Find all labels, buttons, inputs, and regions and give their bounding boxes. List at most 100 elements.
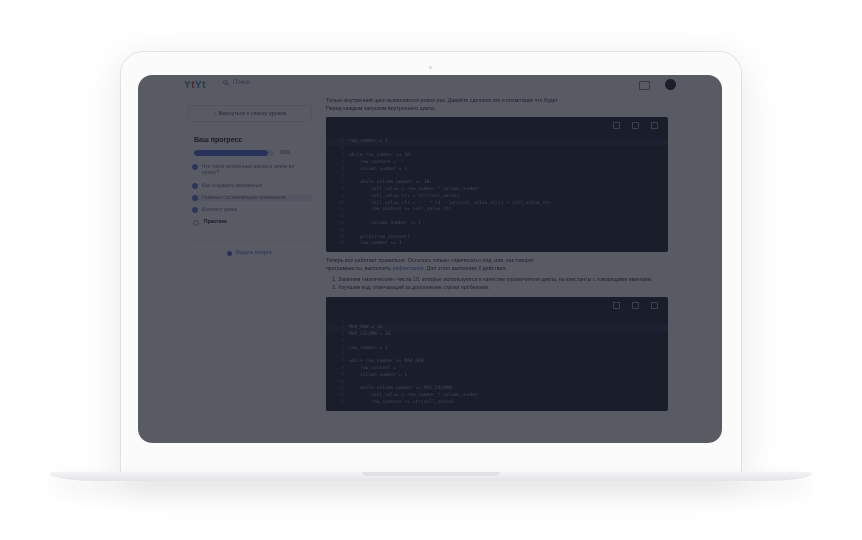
code-line: 4 <box>326 339 668 346</box>
lesson-step[interactable]: Как создавать вложенные <box>192 182 312 189</box>
line-number: 1 <box>341 318 344 324</box>
lesson-step-label: Контекст урока <box>202 207 237 213</box>
code-lines: 1 2 MAX_ROW = 10 3 MAX_COLUMN = 10 4 5 row_numb… <box>326 319 668 407</box>
line-number: 5 <box>341 166 344 172</box>
line-number: 4 <box>341 338 344 344</box>
lesson-step-label: Что такое вложенные циклы и зачем их нуж… <box>202 164 295 177</box>
code-text: row_number = 1 <box>349 139 388 145</box>
camera <box>429 66 432 69</box>
line-number: 9 <box>341 372 344 378</box>
paragraph: Теперь все работает правильно. Осталось … <box>326 258 535 273</box>
check-icon <box>192 182 198 189</box>
line-number: 7 <box>341 359 344 365</box>
code-text: row_content = '' <box>349 366 405 372</box>
code-line: 12 <box>326 214 668 221</box>
check-icon <box>192 194 198 201</box>
code-text: while row_number <= 10: <box>349 153 413 158</box>
code-text: cell_value_str = str(cell_value) <box>349 193 460 199</box>
line-number: 3 <box>341 332 344 338</box>
code-line: 4 row_content = '' <box>326 160 668 167</box>
code-line: 11 row_content += cell_value_str <box>326 207 668 214</box>
line-number: 3 <box>341 153 344 158</box>
lesson-step-label: Как создавать вложенные <box>202 182 263 189</box>
intro-text-2: Перед каждым запуском внутреннего цикла. <box>326 106 436 113</box>
run-icon[interactable] <box>613 301 620 309</box>
laptop-screen: YtYt Поиск ‹ Вернуться к списку уроков В… <box>138 75 722 443</box>
progress-title: Ваш прогресс <box>194 137 243 144</box>
refactoring-link[interactable]: рефакторинг <box>393 266 424 272</box>
line-number: 12 <box>338 214 344 220</box>
code-text: while column_number <= 10: <box>349 180 432 186</box>
code-text: row_content += str(cell_value) <box>349 400 455 406</box>
code-toolbar <box>613 301 658 309</box>
line-number: 13 <box>338 220 344 226</box>
code-text: column_number = 1 <box>349 166 408 172</box>
lesson-content: Только внутренний цикл выполняется ровно… <box>326 97 668 416</box>
code-line: 13 column_number += 1 <box>326 221 668 228</box>
lesson-step[interactable]: Контекст урока <box>192 207 312 213</box>
code-line: 1 row_number = 1 <box>326 139 668 147</box>
logo[interactable]: YtYt <box>184 80 206 91</box>
line-number: 1 <box>341 139 344 145</box>
code-line: 16 row_number += 1 <box>326 241 668 248</box>
lesson-steps: Что такое вложенные циклы и зачем их нуж… <box>192 164 312 227</box>
code-line: 2 <box>326 146 668 153</box>
chat-icon <box>227 250 233 256</box>
progress-percent: 93% <box>280 150 291 156</box>
edit-icon[interactable] <box>632 122 639 130</box>
code-text: row_number = 1 <box>349 345 388 351</box>
line-number: 2 <box>341 325 344 331</box>
mail-icon[interactable] <box>639 81 650 90</box>
intro-text: Только внутренний цикл выполняется ровно… <box>326 98 558 104</box>
lesson-step-label: Практика <box>204 219 227 226</box>
code-line: 14 <box>326 228 668 235</box>
ask-question-button[interactable]: Задать вопрос <box>188 241 312 256</box>
line-number: 4 <box>341 159 344 165</box>
avatar[interactable] <box>665 79 676 90</box>
line-number: 8 <box>341 186 344 192</box>
line-number: 9 <box>341 193 344 199</box>
code-text: row_content += cell_value_str <box>349 207 452 213</box>
code-text: column_number += 1 <box>349 220 421 226</box>
line-number: 8 <box>341 366 344 372</box>
line-number: 5 <box>341 345 344 351</box>
action-list: Заменим «магические» числа 10, которые и… <box>326 276 668 293</box>
lesson-step[interactable]: Что такое вложенные циклы и зачем их нуж… <box>192 164 312 177</box>
copy-icon[interactable] <box>651 122 658 130</box>
list-item: Заменим «магические» числа 10, которые и… <box>338 276 668 284</box>
check-icon <box>192 207 198 213</box>
code-block-2: 1 2 MAX_ROW = 10 3 MAX_COLUMN = 10 4 5 row_numb… <box>326 296 668 411</box>
chevron-left-icon: ‹ <box>213 110 216 117</box>
line-number: 7 <box>341 180 344 186</box>
code-text: row_content = '' <box>349 159 405 165</box>
line-number: 13 <box>338 400 344 406</box>
code-line: 9 column_number = 1 <box>326 373 668 380</box>
line-number: 14 <box>338 227 344 233</box>
progress-row: 93% <box>194 150 312 156</box>
copy-icon[interactable] <box>651 301 658 309</box>
back-to-lessons-button[interactable]: ‹ Вернуться к списку уроков <box>188 105 312 122</box>
lesson-step[interactable]: Главные составляющие вложенного <box>192 194 312 201</box>
run-icon[interactable] <box>613 122 620 130</box>
lesson-step-label: Главные составляющие вложенного <box>202 194 287 201</box>
code-text: cell_value = row_number * column_number <box>349 186 479 192</box>
sidebar: ‹ Вернуться к списку уроков Ваш прогресс… <box>188 105 312 256</box>
lesson-step[interactable]: Практика <box>192 219 312 227</box>
line-number: 6 <box>341 173 344 179</box>
code-text: row_number += 1 <box>349 241 402 247</box>
laptop-notch <box>362 472 500 476</box>
top-bar: YtYt Поиск <box>138 75 722 97</box>
code-line: 3 while row_number <= 10: <box>326 153 668 160</box>
code-line: 8 cell_value = row_number * column_numbe… <box>326 187 668 194</box>
code-lines: 1 row_number = 1 2 3 while row_number <= 10:… <box>326 139 668 248</box>
search-input[interactable]: Поиск <box>223 80 250 86</box>
list-item: Улучшим код, отвечающий за дополнение ст… <box>338 284 668 292</box>
code-line: 13 row_content += str(cell_value) <box>326 400 668 407</box>
line-number: 6 <box>341 352 344 358</box>
edit-icon[interactable] <box>632 301 639 309</box>
search-icon <box>223 80 229 86</box>
line-number: 16 <box>338 241 344 247</box>
code-text: column_number = 1 <box>349 372 408 378</box>
line-number: 2 <box>341 146 344 152</box>
code-line: 3 MAX_COLUMN = 10 <box>326 332 668 339</box>
